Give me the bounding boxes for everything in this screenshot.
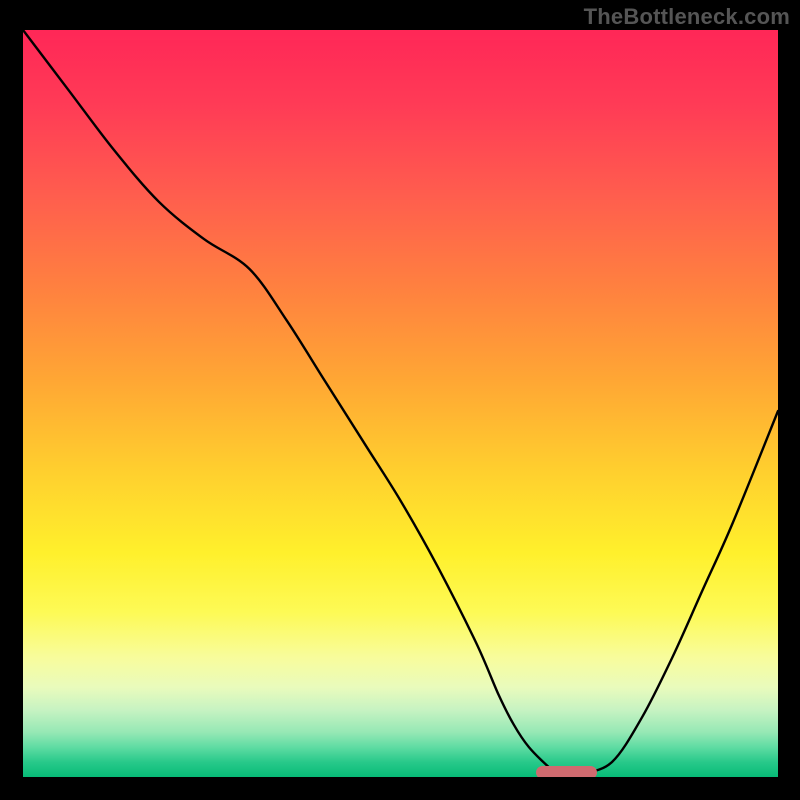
watermark-text: TheBottleneck.com [584,4,790,30]
optimal-range-marker [536,766,596,777]
plot-area [23,30,778,777]
chart-frame: TheBottleneck.com [0,0,800,800]
bottleneck-curve [23,30,778,777]
